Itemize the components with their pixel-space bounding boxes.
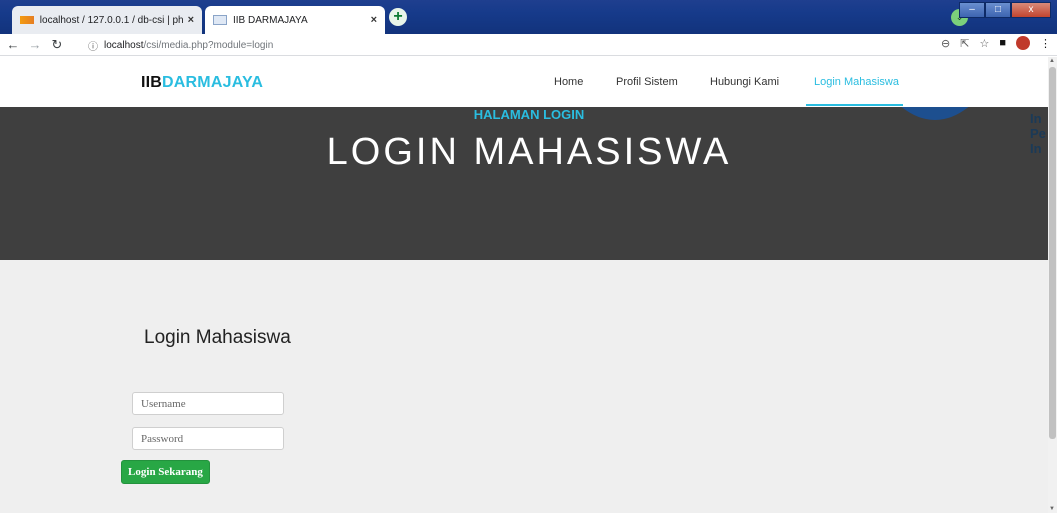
login-section: Login Mahasiswa Login Sekarang xyxy=(0,260,1048,513)
nav-profil-sistem[interactable]: Profil Sistem xyxy=(616,76,678,88)
close-window-button[interactable]: x xyxy=(1011,2,1051,18)
close-tab-icon[interactable]: × xyxy=(188,14,194,26)
brand-part2: DARMAJAYA xyxy=(162,74,264,91)
forward-arrow-icon[interactable]: → xyxy=(26,37,44,52)
password-input[interactable] xyxy=(132,427,284,450)
tab-title: IIB DARMAJAYA xyxy=(233,14,308,26)
back-arrow-icon[interactable]: ← xyxy=(4,37,22,52)
browser-tab-strip: localhost / 127.0.0.1 / db-csi | ph × II… xyxy=(0,0,1057,34)
hero-title: LOGIN MAHASISWA xyxy=(326,131,732,173)
new-tab-button[interactable]: + xyxy=(389,8,407,26)
site-brand-link[interactable]: IIBDARMAJAYA xyxy=(141,74,263,92)
side-panel-icon[interactable]: ■ xyxy=(999,37,1006,49)
scroll-down-icon[interactable]: ▼ xyxy=(1049,506,1055,512)
menu-kebab-icon[interactable]: ⋮ xyxy=(1040,37,1051,50)
address-toolbar: ← → ↻ ⓘ localhost /csi/media.php?module=… xyxy=(0,34,1057,56)
web-page: IIBDARMAJAYA Home Profil Sistem Hubungi … xyxy=(0,57,1048,513)
minimize-button[interactable]: – xyxy=(959,2,985,18)
address-bar[interactable]: ⓘ localhost /csi/media.php?module=login xyxy=(88,36,888,54)
brand-part1: IIB xyxy=(141,74,163,91)
nav-hubungi-kami[interactable]: Hubungi Kami xyxy=(710,76,779,88)
info-icon[interactable]: ⓘ xyxy=(88,38,98,53)
zoom-icon[interactable]: ⊖ xyxy=(941,37,950,50)
tab-title: localhost / 127.0.0.1 / db-csi | ph xyxy=(39,14,184,26)
username-input[interactable] xyxy=(132,392,284,415)
profile-avatar[interactable] xyxy=(1016,36,1030,50)
share-icon[interactable]: ⇱ xyxy=(960,37,969,50)
phpmyadmin-icon xyxy=(20,16,34,24)
page-scrollbar[interactable]: ▲ ▼ xyxy=(1048,57,1057,513)
scrollbar-thumb[interactable] xyxy=(1049,67,1056,439)
login-submit-button[interactable]: Login Sekarang xyxy=(121,460,210,484)
hero-banner: In Pe In HALAMAN LOGIN LOGIN MAHASISWA xyxy=(0,107,1048,260)
active-nav-indicator xyxy=(806,104,903,106)
site-favicon-icon xyxy=(213,15,227,25)
maximize-button[interactable]: □ xyxy=(985,2,1011,18)
scroll-up-icon[interactable]: ▲ xyxy=(1049,58,1055,64)
url-path: /csi/media.php?module=login xyxy=(143,39,274,51)
site-navbar: IIBDARMAJAYA Home Profil Sistem Hubungi … xyxy=(0,57,1048,107)
window-controls: – □ x xyxy=(959,2,1051,18)
nav-login-mahasiswa[interactable]: Login Mahasiswa xyxy=(814,76,899,88)
hero-subtitle: HALAMAN LOGIN xyxy=(473,107,585,122)
login-heading: Login Mahasiswa xyxy=(144,327,291,348)
bookmark-star-icon[interactable]: ☆ xyxy=(979,37,989,50)
url-host: localhost xyxy=(104,39,144,51)
tab-iib-darmajaya[interactable]: IIB DARMAJAYA × xyxy=(205,6,385,34)
tab-phpmyadmin[interactable]: localhost / 127.0.0.1 / db-csi | ph × xyxy=(12,6,202,34)
close-tab-icon[interactable]: × xyxy=(371,14,377,26)
reload-icon[interactable]: ↻ xyxy=(48,37,66,53)
nav-home[interactable]: Home xyxy=(554,76,583,88)
